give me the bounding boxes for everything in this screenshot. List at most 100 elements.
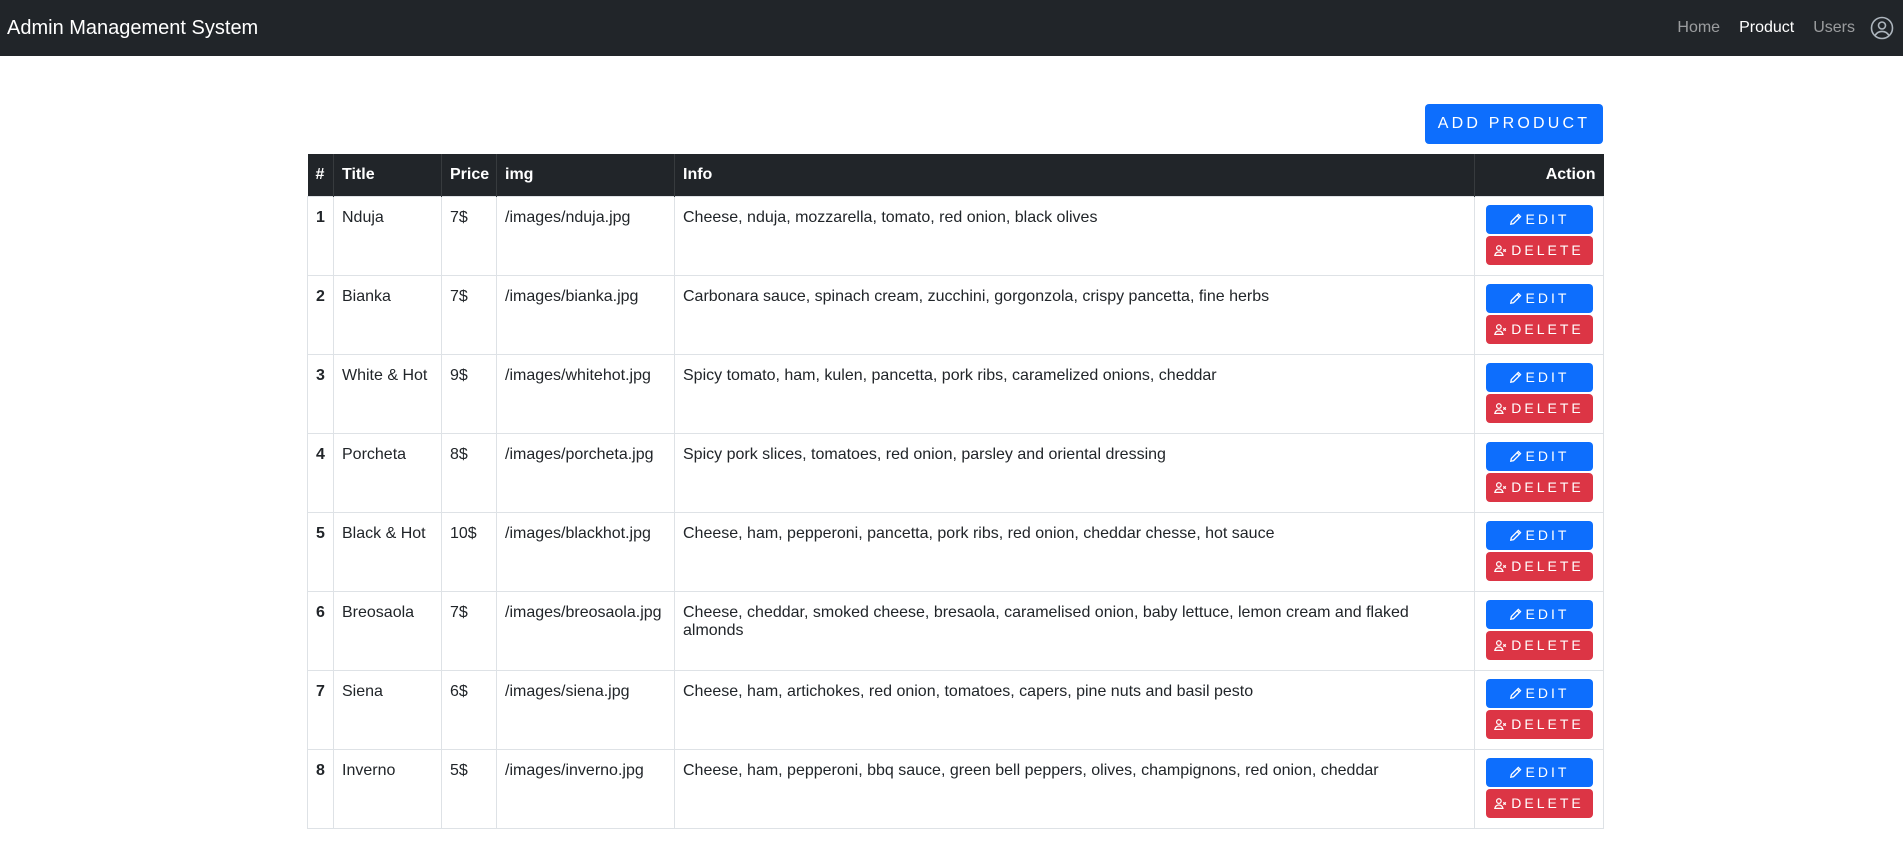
table-row: 3 White & Hot 9$/images/whitehot.jpg Spicy … — [307, 353, 1604, 434]
pencil-icon — [1509, 213, 1522, 226]
user-remove-icon — [1494, 323, 1507, 336]
cell-title: Porcheta — [333, 432, 442, 513]
table-row: 6 Breosaola 7$/images/breosaola.jpg Cheese,… — [307, 590, 1604, 671]
nav-link-users[interactable]: Users — [1813, 19, 1855, 37]
edit-button[interactable]: EDIT — [1485, 757, 1593, 787]
delete-button[interactable]: DELETE — [1485, 788, 1593, 818]
delete-button[interactable]: DELETE — [1485, 314, 1593, 344]
user-circle-icon[interactable] — [1870, 16, 1894, 40]
delete-label: DELETE — [1511, 242, 1584, 258]
table-row: 4 Porcheta 8$/images/porcheta.jpg Spicy por… — [307, 432, 1604, 513]
cell-info: Carbonara sauce, spinach cream, zucchini… — [674, 274, 1475, 355]
cell-title: Black & Hot — [333, 511, 442, 592]
cell-title: Bianka — [333, 274, 442, 355]
cell-price: 9$ — [441, 353, 497, 434]
add-product-button[interactable]: ADD PRODUCT — [1425, 104, 1603, 144]
nav-link-home[interactable]: Home — [1677, 19, 1720, 37]
delete-label: DELETE — [1511, 716, 1584, 732]
header-num: # — [307, 154, 334, 196]
cell-action: EDIT DELETE — [1474, 195, 1604, 276]
nav-link-product[interactable]: Product — [1739, 19, 1794, 37]
main-content: ADD PRODUCT # Title Price img Info Actio… — [307, 56, 1604, 829]
table-row: 8 Inverno 5$/images/inverno.jpg Cheese, ham… — [307, 748, 1604, 829]
cell-price: 6$ — [441, 669, 497, 750]
header-title: Title — [333, 154, 442, 196]
delete-label: DELETE — [1511, 479, 1584, 495]
cell-img: /images/nduja.jpg — [496, 195, 675, 276]
edit-label: EDIT — [1525, 606, 1570, 622]
cell-num: 1 — [307, 195, 334, 276]
user-remove-icon — [1494, 797, 1507, 810]
cell-img: /images/inverno.jpg — [496, 748, 675, 829]
cell-action: EDIT DELETE — [1474, 353, 1604, 434]
delete-button[interactable]: DELETE — [1485, 709, 1593, 739]
cell-title: White & Hot — [333, 353, 442, 434]
delete-label: DELETE — [1511, 558, 1584, 574]
pencil-icon — [1509, 529, 1522, 542]
cell-price: 8$ — [441, 432, 497, 513]
pencil-icon — [1509, 608, 1522, 621]
edit-button[interactable]: EDIT — [1485, 520, 1593, 550]
cell-img: /images/blackhot.jpg — [496, 511, 675, 592]
edit-label: EDIT — [1525, 527, 1570, 543]
cell-action: EDIT DELETE — [1474, 669, 1604, 750]
edit-label: EDIT — [1525, 211, 1570, 227]
delete-button[interactable]: DELETE — [1485, 472, 1593, 502]
cell-img: /images/whitehot.jpg — [496, 353, 675, 434]
edit-button[interactable]: EDIT — [1485, 678, 1593, 708]
delete-label: DELETE — [1511, 321, 1584, 337]
cell-title: Breosaola — [333, 590, 442, 671]
cell-price: 7$ — [441, 274, 497, 355]
cell-info: Spicy pork slices, tomatoes, red onion, … — [674, 432, 1475, 513]
cell-num: 6 — [307, 590, 334, 671]
delete-button[interactable]: DELETE — [1485, 393, 1593, 423]
edit-label: EDIT — [1525, 685, 1570, 701]
edit-label: EDIT — [1525, 764, 1570, 780]
header-price: Price — [441, 154, 497, 196]
delete-button[interactable]: DELETE — [1485, 630, 1593, 660]
cell-num: 7 — [307, 669, 334, 750]
cell-num: 8 — [307, 748, 334, 829]
table-body: 1 Nduja 7$/images/nduja.jpg Cheese, nduja, … — [307, 195, 1604, 829]
edit-label: EDIT — [1525, 290, 1570, 306]
cell-action: EDIT DELETE — [1474, 274, 1604, 355]
delete-label: DELETE — [1511, 795, 1584, 811]
products-table: # Title Price img Info Action 1 Nduja 7$/i… — [307, 154, 1604, 829]
cell-price: 5$ — [441, 748, 497, 829]
pencil-icon — [1509, 687, 1522, 700]
cell-action: EDIT DELETE — [1474, 432, 1604, 513]
cell-img: /images/bianka.jpg — [496, 274, 675, 355]
table-row: 5 Black & Hot 10$/images/blackhot.jpg Chees… — [307, 511, 1604, 592]
cell-price: 7$ — [441, 590, 497, 671]
table-row: 1 Nduja 7$/images/nduja.jpg Cheese, nduja, … — [307, 195, 1604, 276]
delete-button[interactable]: DELETE — [1485, 551, 1593, 581]
cell-num: 5 — [307, 511, 334, 592]
pencil-icon — [1509, 450, 1522, 463]
cell-info: Cheese, cheddar, smoked cheese, bresaola… — [674, 590, 1475, 671]
cell-img: /images/breosaola.jpg — [496, 590, 675, 671]
cell-action: EDIT DELETE — [1474, 590, 1604, 671]
edit-button[interactable]: EDIT — [1485, 204, 1593, 234]
edit-button[interactable]: EDIT — [1485, 362, 1593, 392]
edit-button[interactable]: EDIT — [1485, 599, 1593, 629]
table-row: 2 Bianka 7$/images/bianka.jpg Carbonara sau… — [307, 274, 1604, 355]
user-remove-icon — [1494, 639, 1507, 652]
edit-label: EDIT — [1525, 369, 1570, 385]
toolbar: ADD PRODUCT — [307, 104, 1603, 154]
delete-label: DELETE — [1511, 637, 1584, 653]
cell-num: 4 — [307, 432, 334, 513]
user-remove-icon — [1494, 481, 1507, 494]
brand-title[interactable]: Admin Management System — [7, 17, 258, 40]
cell-title: Inverno — [333, 748, 442, 829]
pencil-icon — [1509, 766, 1522, 779]
pencil-icon — [1509, 292, 1522, 305]
cell-price: 7$ — [441, 195, 497, 276]
header-info: Info — [674, 154, 1475, 196]
edit-button[interactable]: EDIT — [1485, 441, 1593, 471]
user-remove-icon — [1494, 560, 1507, 573]
header-action: Action — [1545, 165, 1596, 183]
edit-button[interactable]: EDIT — [1485, 283, 1593, 313]
delete-button[interactable]: DELETE — [1485, 235, 1593, 265]
user-remove-icon — [1494, 402, 1507, 415]
cell-action: EDIT DELETE — [1474, 748, 1604, 829]
